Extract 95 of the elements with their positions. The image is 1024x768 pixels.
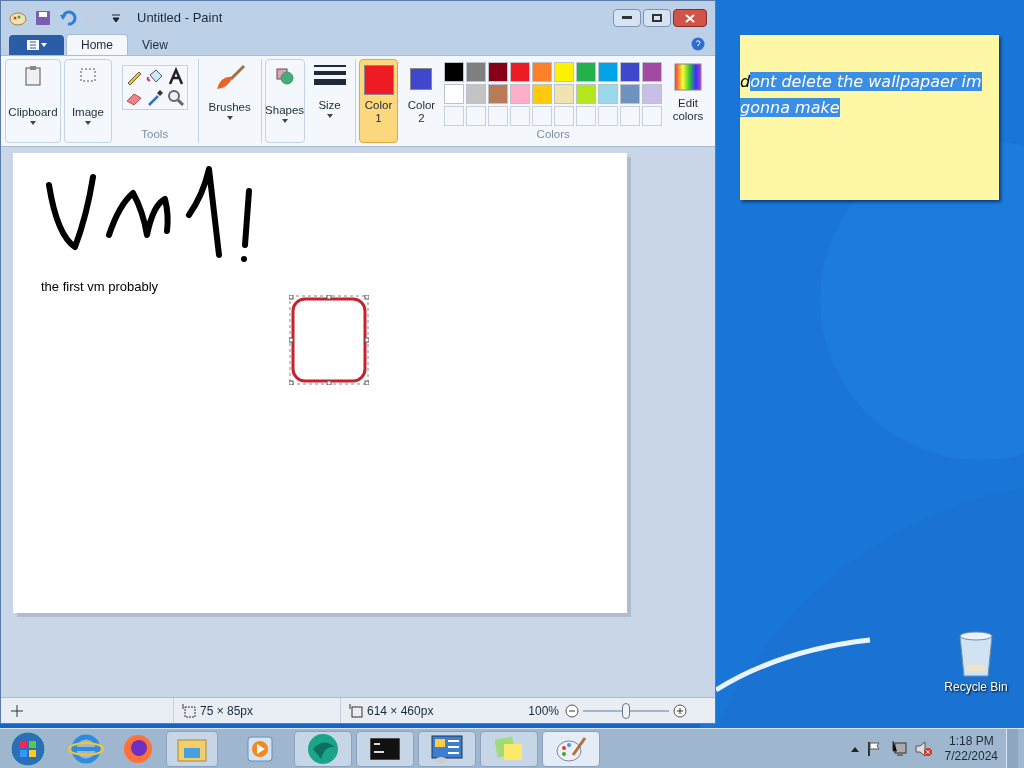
palette-swatch[interactable] (510, 62, 531, 82)
empty-swatch[interactable] (620, 106, 641, 126)
sticky-note[interactable]: dont delete the wallpapaer im gonna make (740, 35, 999, 200)
network-icon[interactable] (890, 740, 907, 757)
group-label: Colors (536, 127, 570, 142)
save-icon[interactable] (35, 10, 51, 26)
show-desktop-button[interactable] (1006, 728, 1018, 768)
caret-icon (226, 116, 233, 121)
minimize-button[interactable] (613, 9, 641, 27)
menu-icon (26, 40, 47, 50)
zoom-slider[interactable] (583, 702, 669, 719)
taskbar-button[interactable] (418, 730, 476, 767)
palette-swatch[interactable] (576, 62, 597, 82)
caret-icon (326, 114, 333, 119)
palette-swatch[interactable] (598, 84, 619, 104)
canvas-text: the first vm probably (41, 278, 159, 296)
window-title: Untitled - Paint (137, 9, 223, 28)
empty-swatch[interactable] (466, 106, 487, 126)
group-label: Tools (141, 126, 169, 142)
clipboard-button[interactable]: Clipboard (5, 59, 61, 143)
help-icon[interactable] (691, 37, 705, 51)
ribbon-tab[interactable]: Home (66, 34, 128, 55)
palette-swatch[interactable] (444, 62, 465, 82)
palette-swatch[interactable] (532, 62, 553, 82)
clock-date[interactable]: 7/22/2024 (944, 748, 998, 764)
select-icon (78, 66, 97, 84)
selection-size: 75 × 85px (200, 702, 255, 720)
ribbon-tab[interactable]: View (128, 34, 182, 55)
taskbar-button[interactable] (356, 730, 414, 767)
palette-swatch[interactable] (488, 62, 509, 82)
zoom-in-icon[interactable] (673, 703, 687, 718)
dropdown-icon[interactable] (111, 13, 121, 23)
zoom-out-icon[interactable] (565, 703, 579, 718)
zoom-level: 100% (528, 702, 559, 720)
color-1-button[interactable]: Color 1 (358, 59, 399, 143)
image-button[interactable]: Image (63, 59, 112, 143)
undo-icon[interactable] (59, 10, 77, 26)
empty-swatch[interactable] (532, 106, 553, 126)
palette-swatch[interactable] (554, 62, 575, 82)
minimize-icon (622, 16, 632, 20)
palette-swatch[interactable] (466, 62, 487, 82)
empty-swatch[interactable] (598, 106, 619, 126)
empty-swatch[interactable] (576, 106, 597, 126)
paint-icon[interactable] (9, 10, 27, 26)
shapes-icon (274, 66, 295, 86)
image-size-icon (349, 703, 363, 718)
empty-swatch[interactable] (510, 106, 531, 126)
control-panel-icon (431, 734, 463, 763)
desktop-icon-label[interactable]: Recycle Bin (944, 678, 1008, 696)
maximize-button[interactable] (643, 9, 671, 27)
palette-swatch[interactable] (620, 62, 641, 82)
magnifier-icon[interactable] (165, 88, 186, 108)
app-menu-button[interactable] (9, 35, 64, 55)
empty-swatch[interactable] (642, 106, 663, 126)
palette-swatch[interactable] (642, 62, 663, 82)
clipboard-icon (23, 66, 42, 86)
palette-swatch[interactable] (488, 84, 509, 104)
show-hidden-icons-icon[interactable] (850, 745, 859, 752)
edit-colors-button[interactable]: Edit colors (665, 59, 711, 143)
brushes-button[interactable]: Brushes (201, 59, 258, 143)
palette-swatch[interactable] (576, 84, 597, 104)
close-button[interactable] (673, 9, 707, 27)
flag-icon[interactable] (866, 740, 883, 757)
color-2-button[interactable]: Color 2 (401, 59, 442, 143)
maximize-icon (652, 14, 662, 22)
palette-swatch[interactable] (444, 84, 465, 104)
recycle-bin-icon[interactable] (956, 630, 996, 678)
caret-icon (84, 121, 91, 126)
empty-swatch[interactable] (488, 106, 509, 126)
move-icon (11, 704, 23, 717)
palette-swatch[interactable] (554, 84, 575, 104)
media-player-icon (247, 735, 273, 762)
caret-icon (281, 119, 288, 124)
empty-swatch[interactable] (444, 106, 465, 126)
palette-swatch[interactable] (598, 62, 619, 82)
caret-icon (29, 121, 36, 126)
globe-icon (307, 732, 339, 765)
image-size: 614 × 460px (367, 702, 435, 720)
palette-swatch[interactable] (532, 84, 553, 104)
empty-swatch[interactable] (554, 106, 575, 126)
slider-thumb[interactable] (622, 702, 630, 719)
palette-swatch[interactable] (620, 84, 641, 104)
size-button[interactable]: Size (307, 59, 352, 143)
color-spectrum-icon (674, 63, 702, 91)
muted-speaker-icon[interactable] (914, 740, 933, 757)
selection-size-icon (182, 703, 196, 718)
close-icon (685, 13, 695, 23)
sticky-notes-icon (494, 735, 524, 762)
palette-swatch[interactable] (510, 84, 531, 104)
clock-time[interactable]: 1:18 PM (948, 733, 994, 749)
rounded-rectangle[interactable] (289, 295, 369, 385)
shapes-button[interactable]: Shapes (264, 59, 305, 143)
palette-swatch[interactable] (466, 84, 487, 104)
palette-swatch[interactable] (642, 84, 663, 104)
terminal-icon (370, 737, 400, 760)
